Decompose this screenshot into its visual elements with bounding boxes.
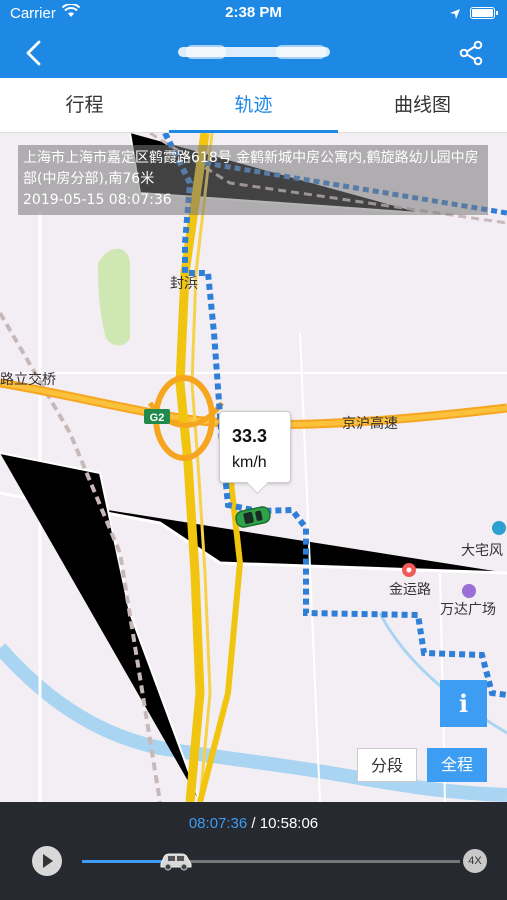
total-time: 10:58:06 (259, 815, 319, 832)
speed-unit: km/h (232, 454, 267, 471)
playback-bar: 08:07:36 / 10:58:06 4X (0, 802, 507, 900)
tab-trip[interactable]: 行程 (0, 78, 169, 132)
share-icon[interactable] (459, 40, 483, 70)
info-button[interactable]: i (440, 680, 487, 727)
tab-track[interactable]: 轨迹 (169, 78, 338, 133)
map-label-fenghuang: 封浜 (170, 276, 198, 292)
progress-fill (82, 860, 169, 863)
tab-bar: 行程 轨迹 曲线图 (0, 78, 507, 133)
progress-car-handle-icon[interactable] (158, 850, 194, 876)
current-time: 08:07:36 (188, 815, 248, 832)
address-text: 上海市上海市嘉定区鹤霞路618号 金鹤新城中房公寓内,鹤旋路幼儿园中房部(中房分… (23, 150, 479, 187)
play-button[interactable] (32, 846, 62, 876)
car-marker-icon (233, 503, 273, 535)
playback-speed-button[interactable]: 4X (463, 849, 487, 873)
location-arrow-icon (449, 6, 461, 24)
chevron-left-icon[interactable] (24, 40, 44, 70)
tab-chart[interactable]: 曲线图 (338, 78, 507, 132)
map-label-wanda-plaza: 万达广场 (440, 602, 496, 618)
map-label-jinghu-expressway: 京沪高速 (342, 416, 398, 432)
location-info-box: 上海市上海市嘉定区鹤霞路618号 金鹤新城中房公寓内,鹤旋路幼儿园中房部(中房分… (18, 145, 488, 215)
vehicle-title-redacted (176, 42, 332, 62)
battery-icon (470, 7, 498, 19)
g2-shield-label: G2 (150, 412, 165, 424)
clock: 2:38 PM (225, 4, 282, 21)
timestamp-text: 2019-05-15 08:07:36 (23, 192, 172, 208)
time-separator: / (247, 815, 260, 832)
map-label-dazhai: 大宅风 (461, 543, 503, 559)
map-view[interactable]: G2 上海市上海市嘉定区鹤霞路618号 金鹤新城中房公寓内,鹤旋路幼儿园中房部(… (0, 133, 507, 802)
full-route-button[interactable]: 全程 (427, 748, 487, 782)
speed-value: 33.3 (232, 426, 268, 446)
progress-track[interactable] (82, 860, 460, 863)
map-label-interchange: 路立交桥 (0, 372, 56, 388)
map-label-jinyun-road: 金运路 (389, 582, 431, 598)
nav-bar (0, 28, 507, 78)
status-bar: Carrier 2:38 PM (0, 0, 507, 28)
speed-callout: 33.3 km/h (219, 411, 291, 483)
playback-time: 08:07:36 / 10:58:06 (0, 815, 507, 832)
segment-button[interactable]: 分段 (357, 748, 417, 782)
